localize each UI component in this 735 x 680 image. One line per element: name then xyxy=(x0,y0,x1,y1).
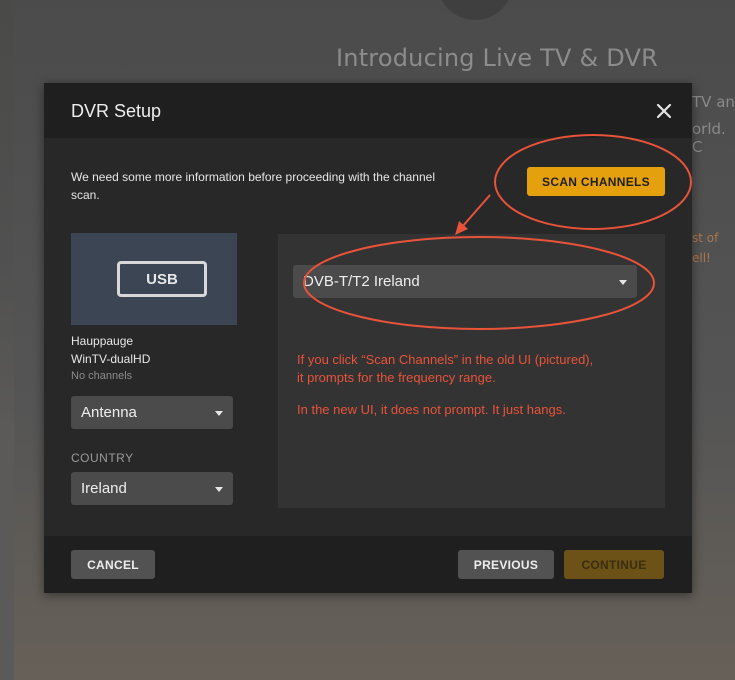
device-tile[interactable]: USB xyxy=(71,233,237,325)
dialog-header: DVR Setup xyxy=(44,83,692,138)
annotation-note-1: If you click “Scan Channels” in the old … xyxy=(297,352,594,385)
source-select-value: Antenna xyxy=(81,404,137,421)
close-icon xyxy=(656,103,672,119)
background-orange-text-2: ell! xyxy=(692,251,711,265)
cancel-button[interactable]: CANCEL xyxy=(71,550,155,579)
country-select-value: Ireland xyxy=(81,480,127,497)
usb-badge: USB xyxy=(117,261,207,297)
caret-down-icon xyxy=(215,486,223,492)
continue-button[interactable]: CONTINUE xyxy=(564,550,664,579)
country-select[interactable]: Ireland xyxy=(71,472,233,505)
scan-type-select[interactable]: DVB-T/T2 Ireland xyxy=(293,265,637,298)
close-button[interactable] xyxy=(654,101,674,121)
caret-down-icon xyxy=(215,410,223,416)
previous-button[interactable]: PREVIOUS xyxy=(458,550,554,579)
device-name: Hauppauge WinTV-dualHD xyxy=(71,334,151,366)
background-title: Introducing Live TV & DVR xyxy=(336,44,658,72)
background-text-line-1: TV an xyxy=(692,93,735,111)
dvr-setup-dialog: DVR Setup We need some more information … xyxy=(44,83,692,593)
caret-down-icon xyxy=(619,279,627,285)
background-text-line-2: orld. C xyxy=(692,120,726,156)
country-label: COUNTRY xyxy=(71,451,134,465)
intro-text: We need some more information before pro… xyxy=(71,170,435,202)
source-select[interactable]: Antenna xyxy=(71,396,233,429)
annotation-note-2: In the new UI, it does not prompt. It ju… xyxy=(297,402,566,417)
device-status: No channels xyxy=(71,370,133,382)
background-orange-text-1: st of xyxy=(692,231,719,245)
scan-type-select-value: DVB-T/T2 Ireland xyxy=(303,273,420,290)
scan-channels-button[interactable]: SCAN CHANNELS xyxy=(527,167,665,196)
dialog-title: DVR Setup xyxy=(71,101,162,121)
